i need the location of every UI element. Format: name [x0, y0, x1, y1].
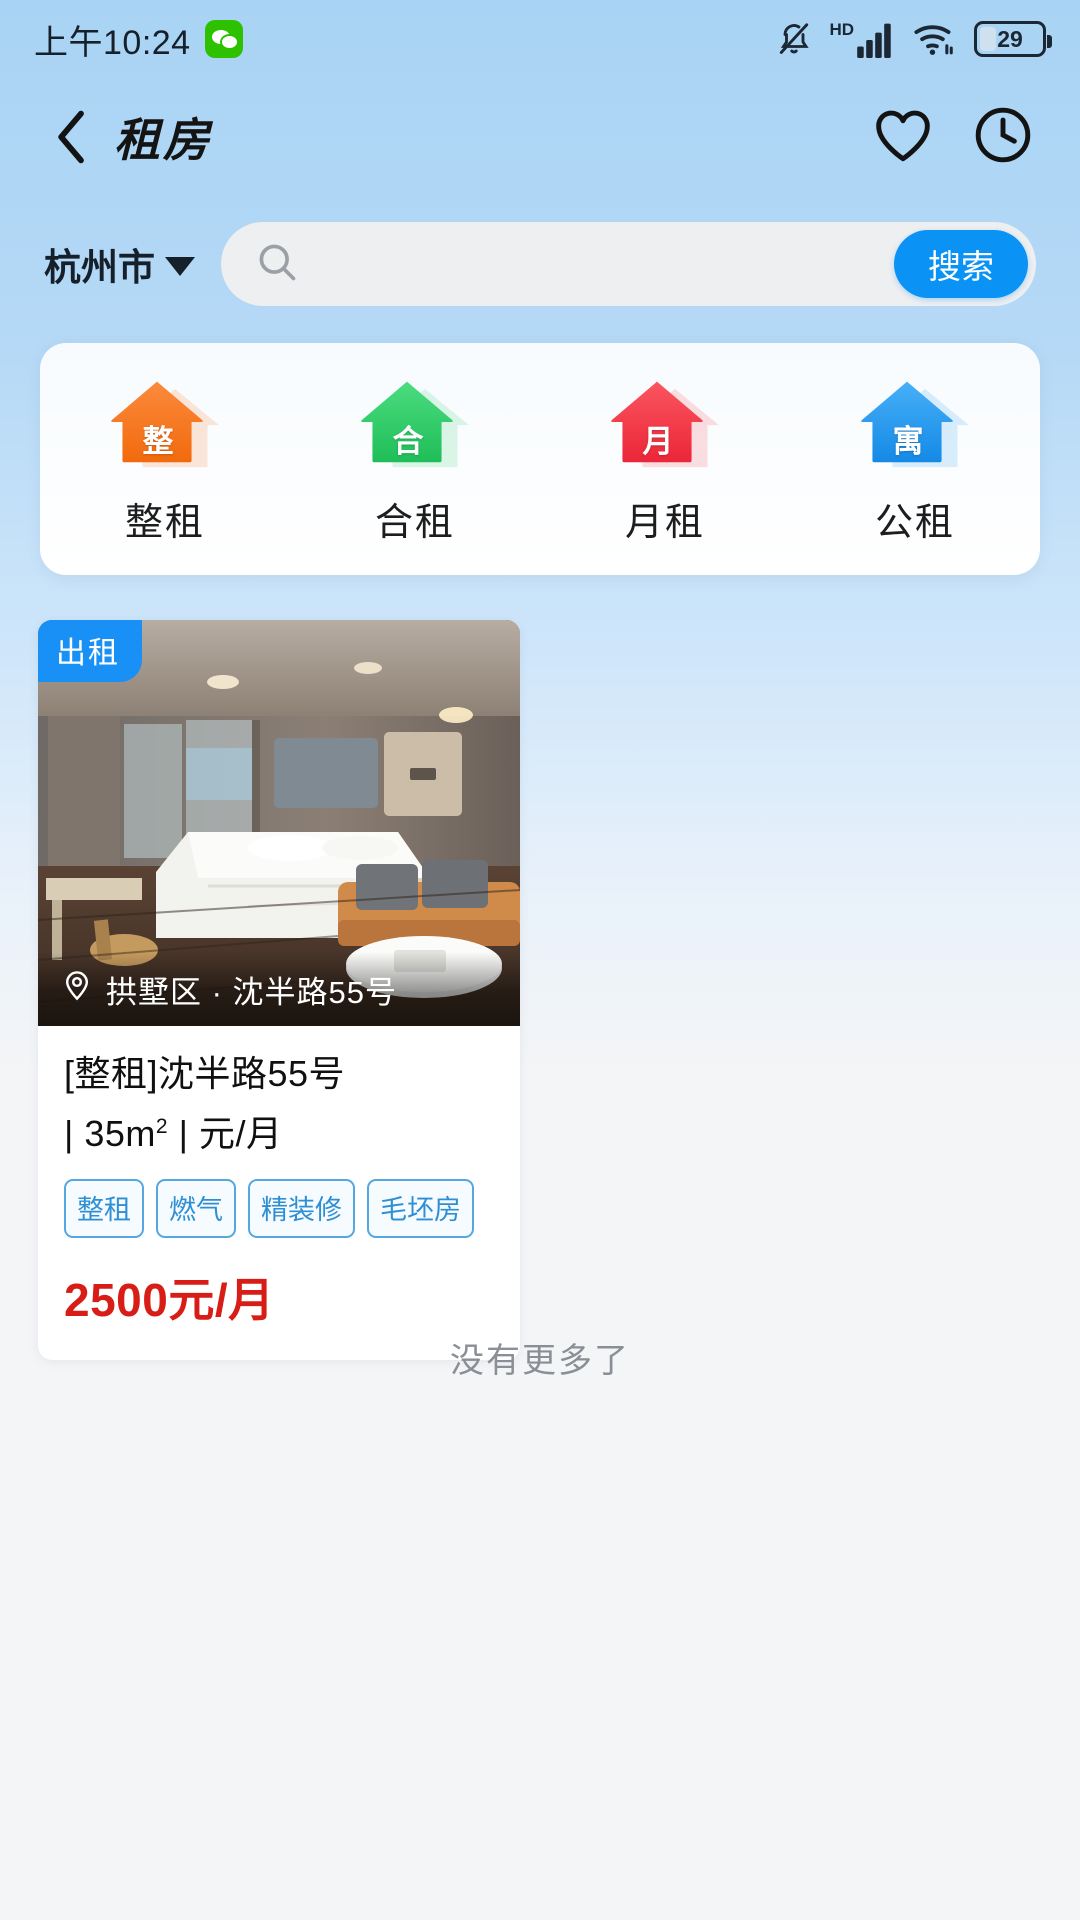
listing-tags: 整租 燃气 精装修 毛坯房 [64, 1178, 494, 1238]
chevron-down-icon [165, 257, 195, 276]
house-icon-glyph: 寓 [892, 423, 924, 459]
bell-muted-icon [776, 20, 812, 58]
house-icon-glyph: 合 [392, 423, 424, 459]
search-input[interactable] [317, 246, 894, 282]
search-button[interactable]: 搜索 [894, 230, 1028, 298]
listing-price: 2500元/月 [64, 1273, 275, 1326]
wifi-icon [913, 21, 957, 57]
status-bar-left: 上午10:24 [34, 15, 243, 64]
category-label: 整租 [124, 501, 205, 544]
tag-chip[interactable]: 毛坯房 [367, 1178, 474, 1238]
listing-area-unit: m [125, 1112, 156, 1154]
listing-location: 拱墅区 · 沈半路55号 [38, 952, 520, 1026]
battery-fill [980, 27, 996, 51]
city-label: 杭州市 [44, 247, 155, 288]
category-card: 整 整租 合 合租 月 月租 寓 公租 [40, 343, 1040, 575]
house-icon-red: 月 [609, 373, 721, 471]
hd-label: HD [829, 19, 854, 39]
category-label: 公租 [874, 501, 955, 544]
status-badge: 出租 [38, 620, 142, 682]
battery-level: 29 [997, 25, 1023, 52]
listing-title: [整租]沈半路55号 [64, 1053, 346, 1094]
search-box[interactable]: 搜索 [221, 222, 1036, 306]
house-icon-glyph: 月 [642, 423, 674, 459]
house-icon-glyph: 整 [142, 423, 174, 459]
wechat-icon [204, 20, 243, 58]
search-icon [255, 240, 299, 289]
category-item-hezu[interactable]: 合 合租 [290, 373, 540, 546]
tag-chip[interactable]: 整租 [64, 1178, 144, 1238]
no-more-label: 没有更多了 [450, 1342, 630, 1380]
category-label: 合租 [374, 501, 455, 544]
house-icon-green: 合 [359, 373, 471, 471]
house-icon-orange: 整 [109, 373, 221, 471]
listing-photo[interactable]: 出租 拱墅区 · 沈半路55号 [38, 620, 520, 1026]
category-label: 月租 [624, 501, 705, 544]
header-actions [872, 104, 1034, 171]
clock-icon[interactable] [972, 104, 1034, 171]
status-bar-right: HD 29 [776, 20, 1052, 58]
page-title: 租房 [114, 113, 212, 167]
map-pin-icon [62, 968, 92, 1010]
area-exponent: 2 [155, 1114, 169, 1138]
search-row: 杭州市 搜索 [0, 222, 1080, 306]
listing-location-text: 拱墅区 · 沈半路55号 [106, 974, 398, 1010]
city-selector[interactable]: 杭州市 [44, 237, 195, 291]
tag-chip[interactable]: 精装修 [248, 1178, 355, 1238]
battery-icon: 29 [974, 21, 1052, 57]
category-item-zhengzu[interactable]: 整 整租 [40, 373, 290, 546]
listing-card[interactable]: 出租 拱墅区 · 沈半路55号 [整租]沈半路55号 | 35m2 | 元/月 … [38, 620, 520, 1360]
app-header: 租房 [0, 82, 1080, 192]
listing-body: [整租]沈半路55号 | 35m2 | 元/月 整租 燃气 精装修 毛坯房 25… [38, 1026, 520, 1360]
heart-icon[interactable] [872, 106, 934, 169]
status-time: 上午10:24 [34, 23, 191, 62]
hd-signal-icon: HD [829, 21, 896, 58]
chevron-left-icon[interactable] [46, 110, 98, 164]
house-icon-blue: 寓 [859, 373, 971, 471]
status-bar: 上午10:24 HD 29 [0, 0, 1080, 78]
listing-sub-suffix: | 元/月 [178, 1112, 283, 1154]
listing-area: 35 [84, 1112, 126, 1154]
tag-chip[interactable]: 燃气 [156, 1178, 236, 1238]
listing-subtitle: | 35m2 | 元/月 [64, 1112, 283, 1154]
category-item-gongzu[interactable]: 寓 公租 [790, 373, 1040, 546]
category-item-yuezu[interactable]: 月 月租 [540, 373, 790, 546]
